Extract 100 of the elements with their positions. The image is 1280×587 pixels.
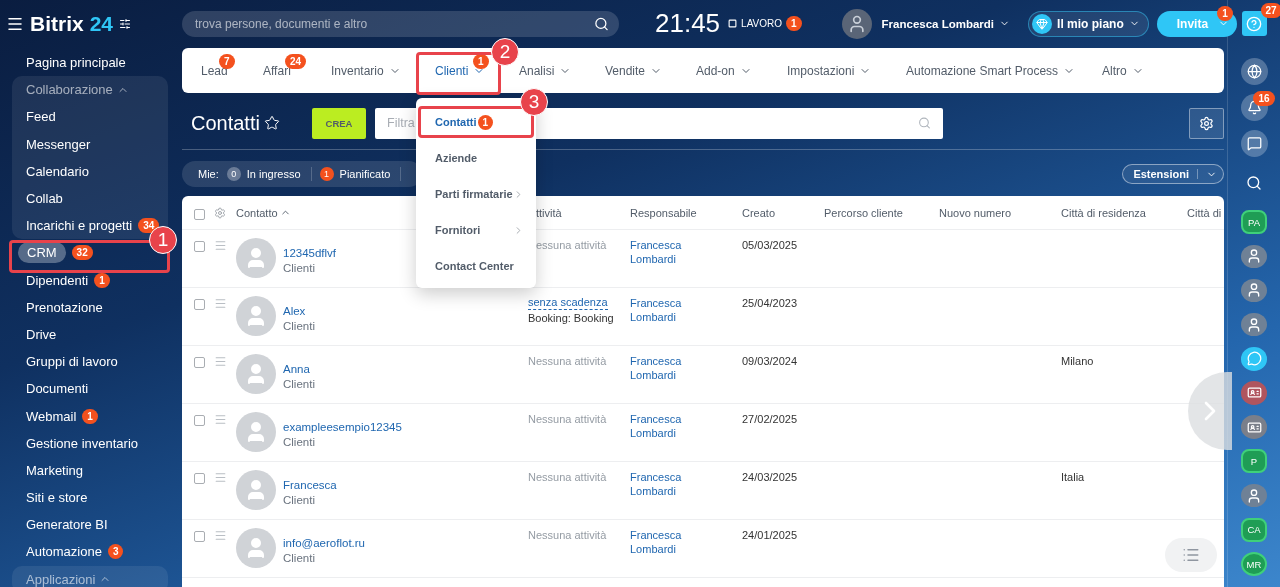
column-header[interactable]: Città di (1187, 206, 1222, 219)
column-header[interactable]: Percorso cliente (824, 206, 903, 219)
count-badge: 1 (1217, 5, 1233, 21)
search-icon[interactable] (594, 16, 609, 31)
contact-avatar[interactable] (1241, 244, 1267, 269)
count-badge: 3 (107, 544, 124, 560)
contact-type: Clienti (283, 320, 315, 332)
counter-item[interactable]: 1 Pianificato (319, 167, 402, 181)
column-header[interactable]: Città di residenza (1061, 206, 1146, 219)
sidebar-item[interactable]: CRM (18, 242, 66, 264)
contact-link[interactable]: info@aeroflot.ru (283, 537, 365, 549)
menu-item[interactable]: Fornitori (416, 212, 536, 248)
sidebar-item[interactable]: Dipendenti (26, 272, 89, 288)
create-button[interactable]: CREA (312, 107, 366, 139)
nav-tab[interactable]: Altro (1102, 63, 1144, 78)
drag-handle-icon[interactable] (214, 355, 227, 368)
column-header[interactable]: Contatto (236, 206, 291, 219)
responsible-link[interactable]: Francesca Lombardi (630, 470, 690, 498)
created-date: 24/01/2025 (742, 528, 798, 542)
chat-icon (1246, 136, 1262, 151)
contact-avatar[interactable] (1241, 278, 1267, 303)
column-header[interactable]: Nuovo numero (939, 206, 1012, 219)
nav-tab[interactable]: Inventario (331, 63, 401, 78)
drag-handle-icon[interactable] (214, 529, 227, 542)
help-button[interactable] (1241, 11, 1267, 36)
chat-button[interactable] (1240, 130, 1268, 157)
sidebar-item[interactable]: Feed (26, 109, 56, 125)
contact-link[interactable]: exampleesempio12345 (283, 421, 402, 433)
bell-icon (1246, 100, 1262, 115)
sidebar-item[interactable]: Generatore BI (26, 517, 108, 533)
checkbox[interactable] (194, 241, 205, 252)
sidebar-item[interactable]: Incarichi e progetti (26, 218, 133, 234)
checkbox[interactable] (194, 415, 205, 426)
nav-tab[interactable]: Analisi (519, 63, 572, 78)
contact-link[interactable]: Francesca (283, 479, 337, 491)
responsible-link[interactable]: Francesca Lombardi (630, 412, 690, 440)
sidebar-item[interactable]: Gestione inventario (26, 435, 138, 451)
sidebar-item[interactable]: Messenger (26, 136, 91, 152)
plan-button[interactable]: Il mio piano (1028, 10, 1149, 37)
contact-avatar[interactable] (1241, 312, 1267, 337)
drag-handle-icon[interactable] (214, 239, 227, 252)
sidebar-item[interactable]: Prenotazione (26, 299, 103, 315)
sidebar-item[interactable]: Documenti (26, 381, 89, 397)
contact-link[interactable]: Anna (283, 363, 310, 375)
drag-handle-icon[interactable] (214, 413, 227, 426)
counter-item[interactable]: 0 In ingresso (226, 167, 312, 181)
checkbox[interactable] (194, 473, 205, 484)
search-icon[interactable] (1246, 175, 1262, 191)
nav-tab[interactable]: Add-on (696, 63, 752, 78)
settings-button[interactable] (1189, 107, 1224, 139)
checkbox[interactable] (194, 357, 205, 368)
drag-handle-icon[interactable] (214, 297, 227, 310)
responsible-link[interactable]: Francesca Lombardi (630, 238, 690, 266)
sidebar-item[interactable]: Pagina principale (26, 55, 126, 71)
contact-link[interactable]: 12345dflvf (283, 247, 337, 259)
contact-link[interactable]: Alex (283, 305, 306, 317)
responsible-link[interactable]: Francesca Lombardi (630, 354, 690, 382)
checkbox[interactable] (194, 531, 205, 542)
checkbox[interactable] (194, 208, 205, 220)
user-name[interactable]: Francesca Lombardi (881, 17, 1011, 30)
menu-icon[interactable] (6, 15, 24, 33)
user-avatar[interactable] (841, 8, 872, 39)
sidebar-item[interactable]: Siti e store (26, 490, 88, 506)
nav-tab[interactable]: Vendite (605, 63, 663, 78)
column-header[interactable]: Responsabile (630, 206, 697, 219)
sidebar-item[interactable]: Calendario (26, 163, 89, 179)
sidebar-item[interactable]: Automazione (26, 544, 102, 560)
star-icon[interactable] (263, 115, 280, 131)
responsible-link[interactable]: Francesca Lombardi (630, 528, 690, 556)
menu-item[interactable]: Contact Center (416, 248, 536, 284)
contact-card-icon[interactable] (1241, 381, 1267, 405)
deadline-link[interactable]: senza scadenza (528, 296, 608, 310)
column-header[interactable]: Creato (742, 206, 776, 219)
contact-type: Clienti (283, 494, 315, 506)
count-badge: 1 (786, 16, 802, 31)
created-date: 09/03/2024 (742, 354, 798, 368)
sidebar-item[interactable]: Webmail (26, 408, 77, 424)
logo[interactable]: Bitrix 24 (30, 12, 114, 36)
checkbox[interactable] (194, 299, 205, 310)
contact-card-icon[interactable] (1241, 415, 1267, 439)
count-badge: 1 (477, 114, 494, 130)
sidebar-item[interactable]: Collab (26, 191, 63, 207)
menu-item[interactable]: Aziende (416, 140, 536, 176)
contact-avatar[interactable] (1241, 483, 1267, 508)
responsible-link[interactable]: Francesca Lombardi (630, 296, 690, 324)
chat-icon[interactable] (1241, 346, 1267, 371)
sliders-icon[interactable] (119, 18, 132, 30)
nav-tab[interactable]: Automazione Smart Process (906, 63, 1076, 78)
sidebar-item[interactable]: Gruppi di lavoro (26, 354, 118, 370)
sidebar-item[interactable]: Marketing (26, 462, 84, 478)
nav-tab[interactable]: Impostazioni (787, 63, 872, 78)
sidebar-item[interactable]: Drive (26, 326, 57, 342)
globe-button[interactable] (1240, 58, 1268, 85)
gear-icon (1199, 115, 1214, 131)
sidebar-group-header[interactable]: Collaborazione (26, 82, 113, 98)
extensions-button[interactable]: Estensioni (1122, 164, 1224, 184)
workday-button[interactable]: LAVORO 1 (728, 16, 802, 31)
menu-item[interactable]: Parti firmatarie (416, 176, 536, 212)
drag-handle-icon[interactable] (214, 471, 227, 484)
sidebar-group-header[interactable]: Applicazioni (26, 571, 96, 587)
